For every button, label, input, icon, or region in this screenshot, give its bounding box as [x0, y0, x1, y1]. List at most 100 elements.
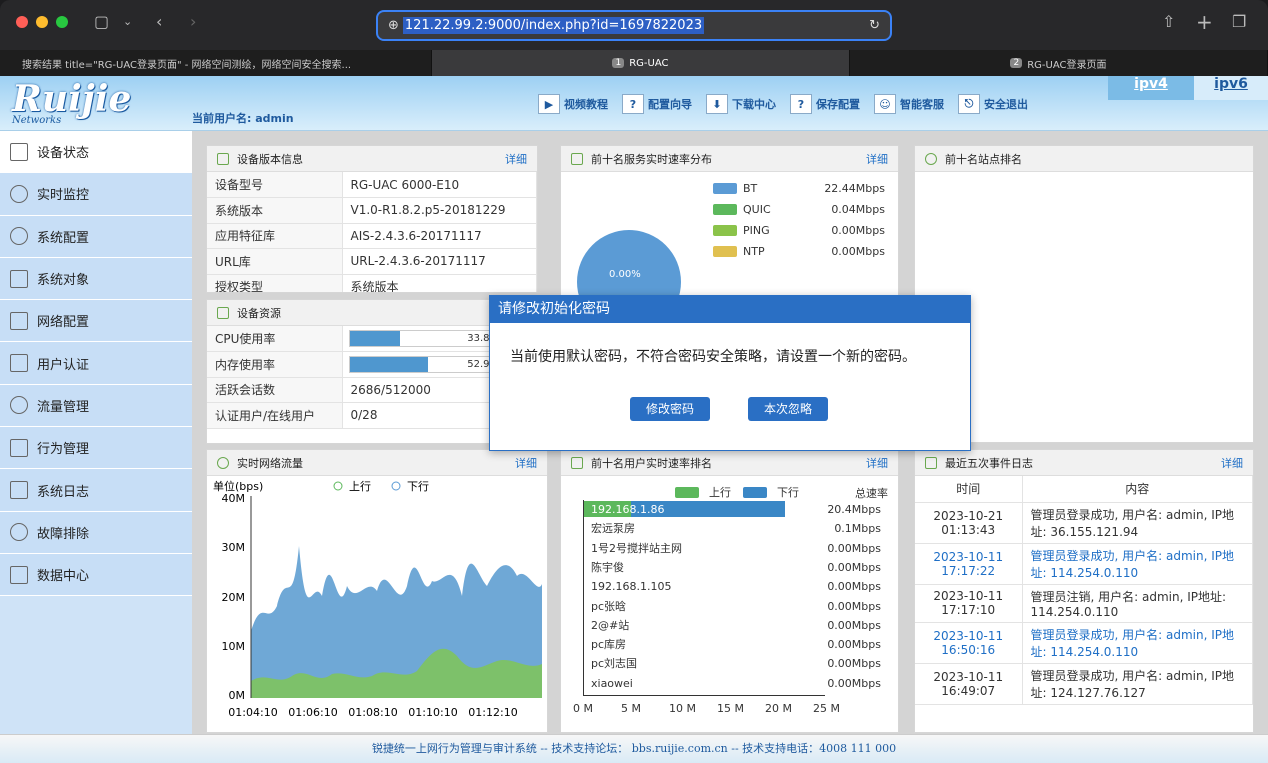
event-time: 2023-10-11 17:17:22 — [915, 543, 1023, 585]
service-rate: 0.00Mbps — [831, 224, 885, 237]
url-text: 121.22.99.2:9000/index.php?id=1697822023 — [402, 17, 705, 34]
row-key: URL库 — [207, 248, 343, 275]
x-tick: 10 M — [669, 702, 696, 715]
sidebar-item-data-center[interactable]: 数据中心 — [0, 553, 192, 597]
traffic-detail-link[interactable]: 详细 — [515, 455, 537, 471]
close-window-button[interactable] — [16, 16, 28, 28]
legend-swatch — [713, 204, 737, 215]
browser-tab-rg-uac[interactable]: 1 RG-UAC — [432, 50, 850, 76]
crop-icon — [10, 311, 28, 330]
service-name: PING — [743, 224, 770, 237]
forward-icon[interactable]: › — [190, 12, 196, 32]
download-icon: ⬇ — [706, 94, 728, 114]
tab-overview-icon[interactable]: ❐ — [1232, 12, 1246, 32]
back-icon[interactable]: ‹ — [156, 12, 162, 32]
sliders-icon — [571, 152, 583, 165]
row-value: RG-UAC 6000-E10 — [342, 172, 537, 198]
target-icon — [10, 523, 28, 542]
address-bar[interactable]: ⊕ 121.22.99.2:9000/index.php?id=16978220… — [376, 10, 892, 41]
sliders-icon — [571, 456, 583, 469]
user-rank-detail-link[interactable]: 详细 — [866, 455, 888, 471]
row-key: 系统版本 — [207, 197, 343, 224]
sidebar-item-troubleshoot[interactable]: 故障排除 — [0, 511, 192, 554]
service-rate-detail-link[interactable]: 详细 — [866, 151, 888, 167]
panel-header: 设备资源 — [207, 300, 537, 326]
legend-down-swatch — [743, 486, 767, 498]
toolbar-label: 下载中心 — [732, 98, 776, 111]
reload-icon[interactable]: ↻ — [869, 18, 880, 33]
user-name: 1号2号搅拌站主网 — [591, 541, 682, 555]
table-row: 系统版本 V1.0-R1.8.2.p5-20181229 — [207, 197, 537, 224]
save-config-button[interactable]: ? 保存配置 — [790, 94, 860, 114]
legend-up-swatch — [675, 486, 699, 498]
legend-up-label: 上行 — [709, 486, 731, 499]
user-name: xiaowei — [591, 676, 633, 690]
minimize-window-button[interactable] — [36, 16, 48, 28]
help-icon: ? — [622, 94, 644, 114]
share-icon[interactable]: ⇧ — [1162, 12, 1175, 32]
sidebar-item-system-log[interactable]: 系统日志 — [0, 469, 192, 512]
list-item: xiaowei 0.00Mbps — [591, 674, 881, 693]
exit-icon: ⎋ — [958, 94, 980, 114]
ignore-once-button[interactable]: 本次忽略 — [748, 397, 829, 421]
new-tab-icon[interactable]: + — [1196, 12, 1213, 32]
event-log-detail-link[interactable]: 详细 — [1221, 455, 1243, 471]
toolbar-label: 配置向导 — [648, 98, 692, 111]
sidebar-item-device-status[interactable]: 设备状态 — [0, 131, 192, 174]
sidebar-item-label: 实时监控 — [37, 188, 90, 204]
row-value: 系统版本 — [342, 274, 537, 292]
document-icon — [10, 481, 28, 500]
y-axis — [583, 500, 584, 695]
ipv6-tab[interactable]: ipv6 — [1194, 76, 1268, 100]
table-row: 2023-10-11 17:17:10 管理员注销, 用户名: admin, IP… — [915, 584, 1253, 623]
legend-down-marker — [391, 481, 401, 491]
change-password-button[interactable]: 修改密码 — [630, 397, 711, 421]
row-key: 认证用户/在线用户 — [207, 402, 343, 429]
sidebar-item-label: 行为管理 — [37, 442, 90, 458]
legend-down-label: 下行 — [777, 486, 799, 499]
x-tick: 01:10:10 — [408, 706, 457, 719]
smart-support-button[interactable]: ☺ 智能客服 — [874, 94, 944, 114]
x-tick: 01:04:10 — [228, 706, 277, 719]
sidebar-item-label: 故障排除 — [37, 526, 90, 542]
sidebar-item-system-config[interactable]: 系统配置 — [0, 215, 192, 258]
download-center-button[interactable]: ⬇ 下载中心 — [706, 94, 776, 114]
browser-tab-search[interactable]: 搜索结果 title="RG-UAC登录页面" - 网络空间测绘，网络空间安全搜… — [0, 50, 432, 76]
zoom-window-button[interactable] — [56, 16, 68, 28]
sidebar-item-realtime-monitor[interactable]: 实时监控 — [0, 173, 192, 216]
memory-usage-fill — [349, 357, 428, 372]
device-info-detail-link[interactable]: 详细 — [505, 151, 527, 167]
ipv4-tab[interactable]: ipv4 — [1108, 76, 1194, 100]
sidebar-toggle-icon[interactable]: ▢ — [94, 12, 109, 32]
sidebar-item-user-auth[interactable]: 用户认证 — [0, 342, 192, 385]
sidebar-item-label: 设备状态 — [37, 146, 90, 162]
table-row[interactable]: 2023-10-11 17:17:22 管理员登录成功, 用户名: admin, … — [915, 543, 1253, 585]
panel-header: 实时网络流量 详细 — [207, 450, 547, 476]
sidebar-item-system-objects[interactable]: 系统对象 — [0, 257, 192, 301]
event-content: 管理员登录成功, 用户名: admin, IP地址: 114.254.0.110 — [1022, 543, 1253, 585]
sidebar-item-network-config[interactable]: 网络配置 — [0, 300, 192, 343]
app-header: Ruijie Networks 当前用户名: admin ▶ 视频教程 ? 配置向导 … — [0, 76, 1268, 131]
sidebar-item-traffic-mgmt[interactable]: 流量管理 — [0, 384, 192, 428]
event-log-panel: 最近五次事件日志 详细 时间 内容 2023-10-21 01:13:43 管理员登录… — [914, 449, 1254, 733]
video-tutorial-button[interactable]: ▶ 视频教程 — [538, 94, 608, 114]
config-wizard-button[interactable]: ? 配置向导 — [622, 94, 692, 114]
traffic-unit-label: 单位(bps) — [213, 479, 263, 493]
row-key: 活跃会话数 — [207, 377, 343, 403]
sidebar-item-behavior-mgmt[interactable]: 行为管理 — [0, 427, 192, 470]
toolbar-label: 保存配置 — [816, 98, 860, 111]
table-row[interactable]: 2023-10-11 16:50:16 管理员登录成功, 用户名: admin, … — [915, 622, 1253, 664]
y-tick: 0M — [229, 689, 246, 702]
row-key: 设备型号 — [207, 172, 343, 198]
table-row: 应用特征库 AIS-2.4.3.6-20171117 — [207, 223, 537, 249]
toolbar-label: 视频教程 — [564, 98, 608, 111]
panel-title: 设备资源 — [237, 306, 281, 320]
browser-tab-login[interactable]: 2 RG-UAC登录页面 — [850, 50, 1268, 76]
image-icon — [10, 565, 28, 584]
event-content: 管理员注销, 用户名: admin, IP地址: 114.254.0.110 — [1022, 584, 1253, 623]
logout-button[interactable]: ⎋ 安全退出 — [958, 94, 1028, 114]
clock-icon — [925, 152, 937, 165]
chevron-down-icon[interactable]: ⌄ — [123, 12, 132, 32]
sidebar: 设备状态 实时监控 系统配置 系统对象 网络配置 用户认证 流量管理 行为管理 … — [0, 131, 192, 741]
list-item: pc刘志国 0.00Mbps — [591, 654, 881, 673]
